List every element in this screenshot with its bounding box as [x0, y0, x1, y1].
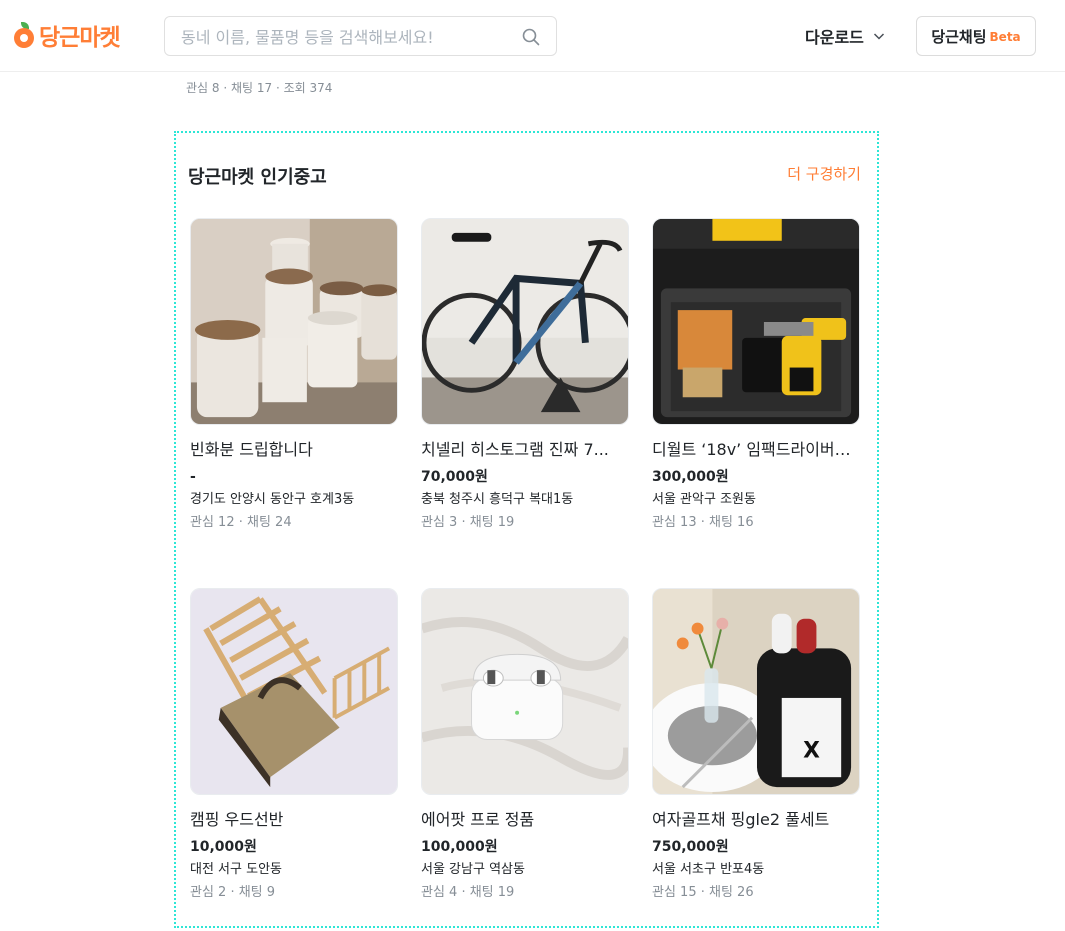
- item-card[interactable]: 치넬리 히스토그램 진짜 7... 70,000원 충북 청주시 흥덕구 복대1…: [421, 218, 629, 532]
- item-price: -: [190, 469, 196, 485]
- chevron-down-icon: [873, 33, 884, 40]
- item-image[interactable]: X: [652, 588, 860, 795]
- item-price: 70,000원: [421, 469, 488, 485]
- item-region: 충북 청주시 흥덕구 복대1동: [421, 492, 574, 507]
- item-image[interactable]: [190, 218, 398, 425]
- search-box[interactable]: [164, 16, 557, 56]
- logo-text: 당근마켓: [39, 25, 121, 51]
- top-navigation-bar: 당근마켓 다운로드 당근채팅 Beta: [0, 0, 1065, 72]
- beta-badge: Beta: [989, 30, 1021, 44]
- search-input[interactable]: [181, 26, 501, 48]
- article-counts: 관심 8 · 채팅 17 · 조회 374: [186, 81, 333, 95]
- item-card[interactable]: X 여자골프채 핑gle2 풀세트 750,000원 서울 서초구 반포4동 관…: [652, 588, 860, 902]
- item-region: 서울 관악구 조원동: [652, 492, 756, 507]
- item-card[interactable]: 디월트 ‘18v’ 임팩드라이버+... 300,000원 서울 관악구 조원동…: [652, 218, 860, 532]
- chat-button-label: 당근채팅: [931, 27, 987, 46]
- section-title: 당근마켓 인기중고: [188, 167, 327, 188]
- item-image[interactable]: [190, 588, 398, 795]
- item-card[interactable]: 캠핑 우드선반 10,000원 대전 서구 도안동 관심 2 · 채팅 9: [190, 588, 398, 902]
- item-counts: 관심 4 · 채팅 19: [421, 885, 515, 900]
- item-region: 서울 서초구 반포4동: [652, 862, 765, 877]
- item-image[interactable]: [421, 588, 629, 795]
- daangn-chat-button[interactable]: 당근채팅 Beta: [916, 16, 1036, 56]
- download-label: 다운로드: [805, 28, 864, 47]
- item-counts: 관심 3 · 채팅 19: [421, 515, 515, 530]
- item-title[interactable]: 디월트 ‘18v’ 임팩드라이버+...: [652, 439, 860, 461]
- item-title[interactable]: 에어팟 프로 정품: [421, 809, 629, 831]
- search-icon[interactable]: [522, 28, 540, 46]
- item-title[interactable]: 여자골프채 핑gle2 풀세트: [652, 809, 860, 831]
- carrot-icon: [12, 22, 36, 48]
- item-price: 100,000원: [421, 839, 498, 855]
- see-more-link[interactable]: 더 구경하기: [787, 163, 861, 184]
- item-counts: 관심 2 · 채팅 9: [190, 885, 276, 900]
- item-title[interactable]: 빈화분 드립합니다: [190, 439, 398, 461]
- item-price: 10,000원: [190, 839, 257, 855]
- daangn-logo[interactable]: 당근마켓: [12, 20, 121, 51]
- item-region: 경기도 안양시 동안구 호계3동: [190, 492, 355, 507]
- item-counts: 관심 15 · 채팅 26: [652, 885, 754, 900]
- item-image[interactable]: [421, 218, 629, 425]
- item-price: 300,000원: [652, 469, 729, 485]
- item-title[interactable]: 캠핑 우드선반: [190, 809, 398, 831]
- download-dropdown[interactable]: 다운로드: [805, 24, 885, 48]
- item-title[interactable]: 치넬리 히스토그램 진짜 7...: [421, 439, 629, 461]
- item-counts: 관심 12 · 채팅 24: [190, 515, 292, 530]
- item-counts: 관심 13 · 채팅 16: [652, 515, 754, 530]
- item-card[interactable]: 빈화분 드립합니다 - 경기도 안양시 동안구 호계3동 관심 12 · 채팅 …: [190, 218, 398, 532]
- item-price: 750,000원: [652, 839, 729, 855]
- popular-items-section: 당근마켓 인기중고 더 구경하기 빈화분 드립합니다 - 경기도 안양시 동안구…: [174, 131, 879, 928]
- item-image[interactable]: [652, 218, 860, 425]
- svg-text:X: X: [803, 738, 820, 763]
- item-region: 서울 강남구 역삼동: [421, 862, 525, 877]
- item-card[interactable]: 에어팟 프로 정품 100,000원 서울 강남구 역삼동 관심 4 · 채팅 …: [421, 588, 629, 902]
- item-region: 대전 서구 도안동: [190, 862, 282, 877]
